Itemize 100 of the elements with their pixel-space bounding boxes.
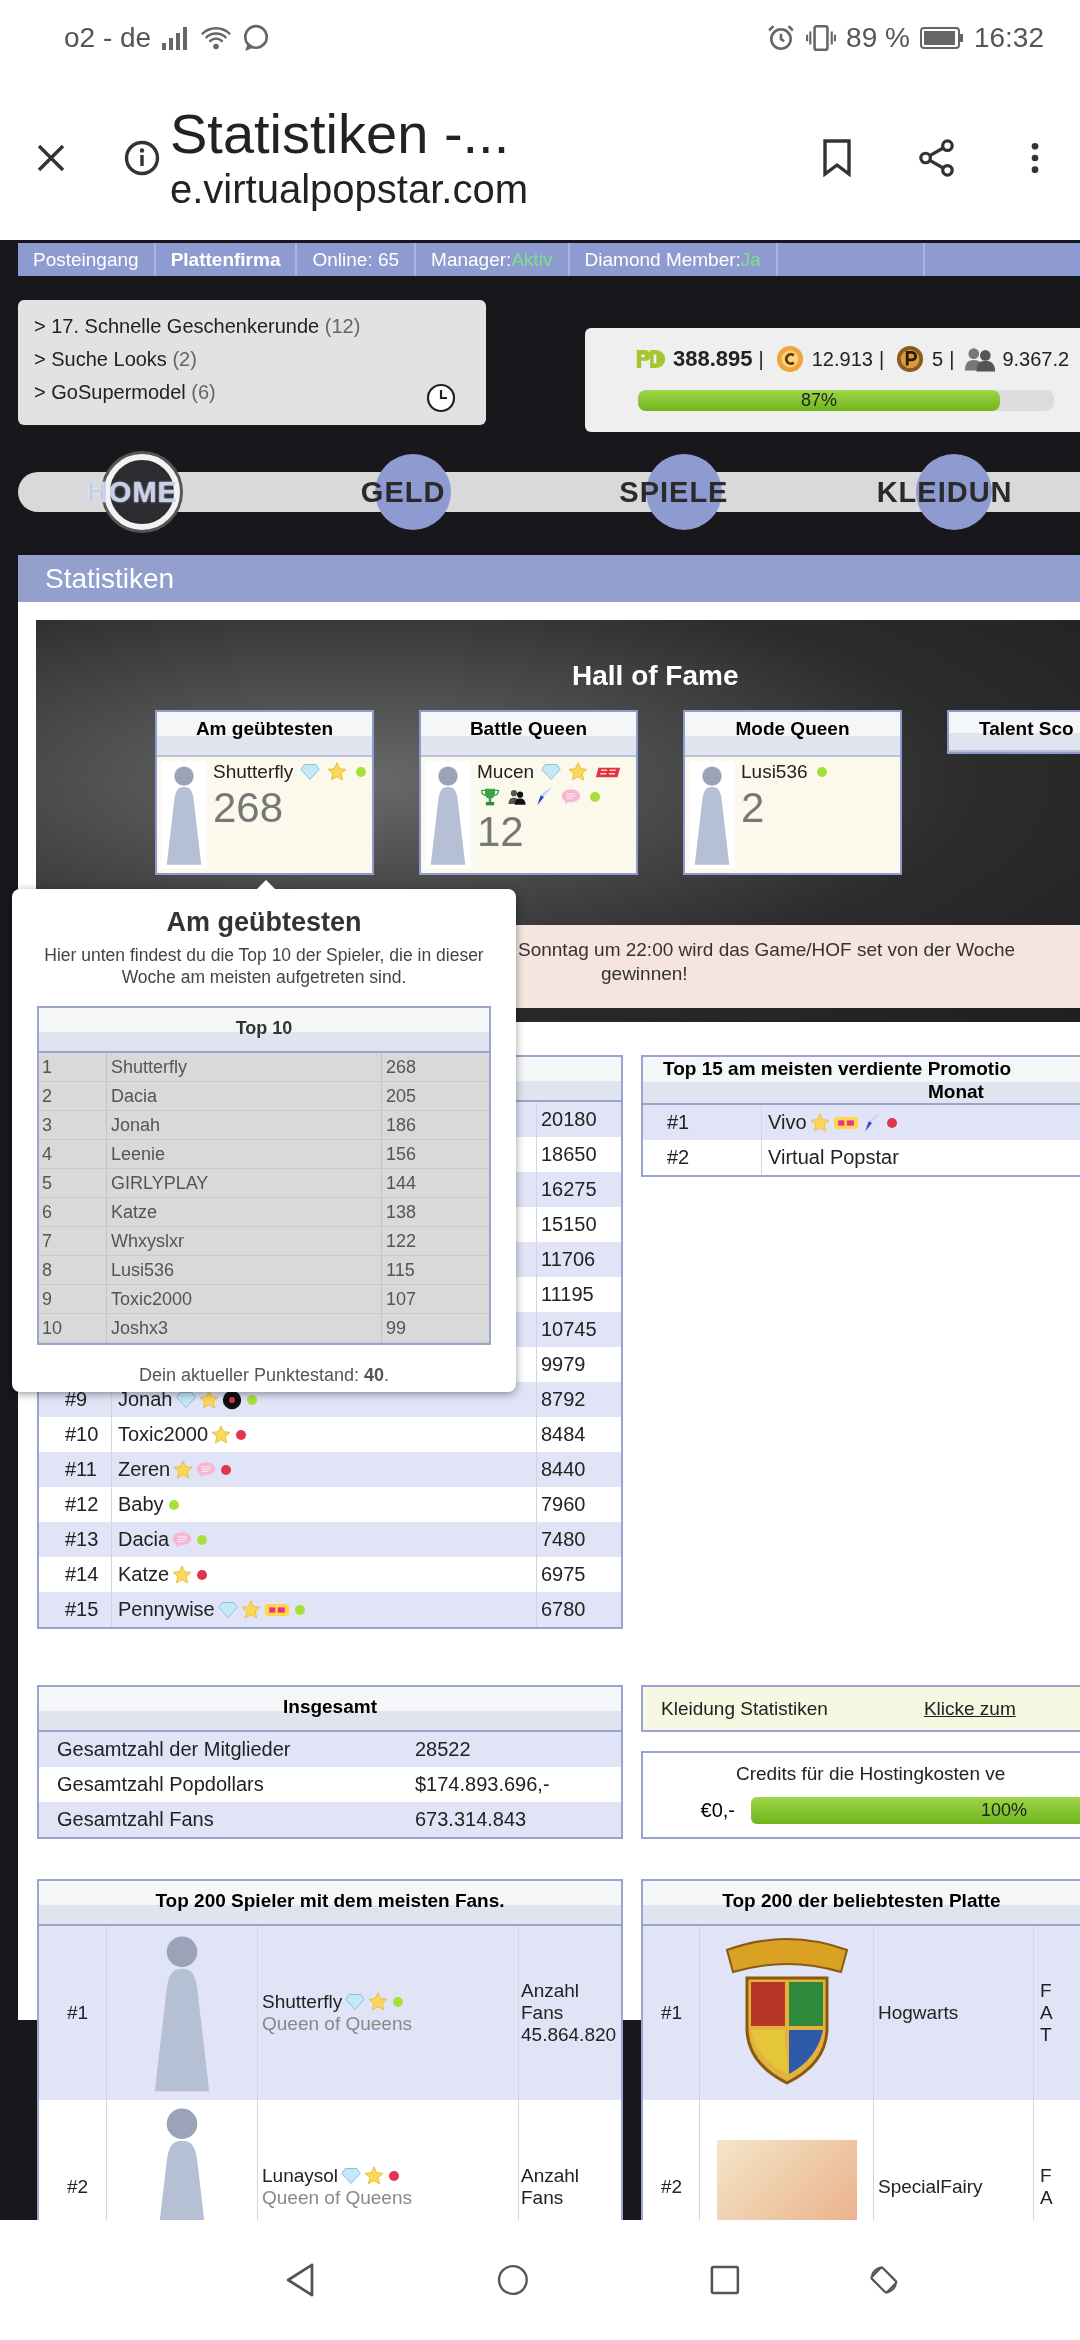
speech-bubble-icon (561, 787, 581, 807)
points-cell: 8440 (536, 1452, 621, 1487)
table-cell: 122 (386, 1231, 417, 1251)
star-icon (173, 1459, 194, 1480)
points-amount: 5 (932, 347, 944, 371)
label-name[interactable]: SpecialFairy (878, 2176, 983, 2198)
table-cell-text: Gesamtzahl der Mitglieder (56, 1738, 292, 1761)
score-value: 2 (741, 783, 766, 833)
menu-item[interactable]: GELD (360, 474, 446, 510)
separator-text: | (878, 347, 885, 371)
progress-label: 87% (799, 390, 838, 411)
table-cell: 144 (386, 1173, 417, 1193)
share-icon[interactable] (918, 138, 956, 177)
player-name[interactable]: Zeren (118, 1458, 171, 1481)
clothing-stats-link[interactable]: Klicke zum (923, 1697, 1016, 1720)
table-cell: Dacia (111, 1086, 158, 1106)
rank-cell: #2 (661, 2176, 683, 2198)
alarm-clock-icon (766, 23, 797, 52)
table-title: Top 200 der beliebtesten Platte (643, 1881, 1080, 1926)
page-title: Statistiken -... (170, 102, 511, 165)
player-name[interactable]: Pennywise (118, 1598, 215, 1621)
player-name[interactable]: Shutterfly (213, 761, 294, 783)
table-cell: GIRLYPLAY (111, 1173, 209, 1193)
player-rank-title: Queen of Queens (262, 2187, 413, 2209)
table-cell: Joshx3 (111, 1318, 169, 1338)
star-icon (568, 762, 589, 782)
rank-cell: 3 (42, 1115, 52, 1135)
rank-cell: #1 (67, 2002, 89, 2024)
points-cell: 8792 (536, 1382, 621, 1417)
table-cell: Whxyslxr (111, 1231, 184, 1251)
clothing-stats-label: Kleidung Statistiken (661, 1697, 828, 1720)
rank-cell: #10 (65, 1423, 99, 1445)
people-icon (507, 787, 527, 807)
vibrate-icon (806, 23, 837, 52)
player-name[interactable]: Dacia (118, 1528, 170, 1551)
player-name[interactable]: Mucen (477, 761, 535, 783)
rank-cell: #1 (667, 1111, 690, 1134)
rank-cell: 2 (42, 1086, 52, 1106)
people-icon (964, 345, 997, 373)
points-cell: 20180 (536, 1102, 621, 1137)
card-title: Mode Queen (685, 712, 900, 757)
battery-percentage: 89 % (846, 21, 910, 54)
notification-link[interactable]: > Suche Looks (2) (34, 347, 470, 371)
coin-amount: 12.913 (811, 347, 873, 371)
star-icon (172, 1564, 193, 1585)
rank-cell: #9 (65, 1388, 88, 1410)
rank-cell: 9 (42, 1289, 52, 1309)
star-icon (364, 2166, 385, 2186)
clock-icon[interactable] (426, 383, 456, 413)
notification-link[interactable]: > 17. Schnelle Geschenkerunde (12) (34, 314, 470, 338)
table-cell: Jonah (111, 1115, 161, 1135)
fans-amount: 9.367.2 (1002, 347, 1070, 371)
player-name[interactable]: Katze (118, 1563, 170, 1586)
rank-cell: #11 (65, 1458, 97, 1480)
player-name[interactable]: Lusi536 (741, 761, 808, 783)
points-cell: 11706 (536, 1242, 621, 1277)
player-name[interactable]: Vivo (768, 1111, 807, 1134)
popdollar-amount: 388.895 (673, 346, 753, 372)
table-cell-text: Gesamtzahl Fans (56, 1808, 215, 1831)
clock-time: 16:32 (973, 21, 1044, 54)
table-cell-text: 673.314.843 (415, 1808, 528, 1831)
table-title: Top 15 am meisten verdiente Promotio (663, 1058, 1012, 1079)
player-name[interactable]: Lunaysol (262, 2165, 339, 2187)
diamond-icon (541, 762, 562, 782)
table-cell-text: A (1040, 2187, 1054, 2209)
hosting-amount: €0,- (699, 1799, 736, 1822)
table-title: Top 10 (39, 1008, 489, 1053)
notification-link[interactable]: > GoSupermodel (6) (34, 380, 470, 404)
rank-cell: 5 (42, 1173, 52, 1193)
rank-cell: #1 (661, 2002, 683, 2024)
rank-cell: 10 (42, 1318, 63, 1338)
menu-item[interactable]: SPIELE (619, 474, 729, 510)
rank-cell: 1 (42, 1057, 52, 1077)
label-name[interactable]: Hogwarts (878, 2002, 959, 2024)
table-cell: 268 (386, 1057, 417, 1077)
section-title: Statistiken (45, 563, 175, 594)
battery-icon (919, 26, 964, 49)
card-title: Am geübtesten (157, 712, 372, 757)
star-icon (327, 762, 348, 782)
rank-cell: 4 (42, 1144, 52, 1164)
table-cell: 99 (386, 1318, 407, 1338)
player-name[interactable]: Toxic2000 (118, 1423, 209, 1446)
table-cell-text: $174.893.696,- (415, 1773, 551, 1796)
rank-cell: 7 (42, 1231, 52, 1251)
score-value: 268 (213, 783, 285, 833)
speech-bubble-icon (196, 1459, 217, 1480)
page-url[interactable]: e.virtualpopstar.com (170, 164, 770, 213)
player-name[interactable]: Baby (118, 1493, 164, 1516)
table-cell: 107 (386, 1289, 417, 1309)
close-icon[interactable] (36, 142, 66, 173)
bookmark-icon[interactable] (822, 138, 852, 177)
carrier-label: o2 - de (64, 21, 152, 54)
player-name[interactable]: Virtual Popstar (768, 1146, 899, 1169)
notice-text: Sonntag um 22:00 wird das Game/HOF set von der Woche (518, 939, 1016, 960)
menu-item[interactable]: KLEIDUN (876, 474, 1013, 510)
hosting-title: Credits für die Hostingkosten ve (735, 1762, 1007, 1785)
info-icon[interactable] (124, 139, 160, 176)
player-name[interactable]: Jonah (118, 1388, 173, 1411)
player-name[interactable]: Shutterfly (262, 1991, 343, 2013)
star-icon (198, 1389, 219, 1410)
